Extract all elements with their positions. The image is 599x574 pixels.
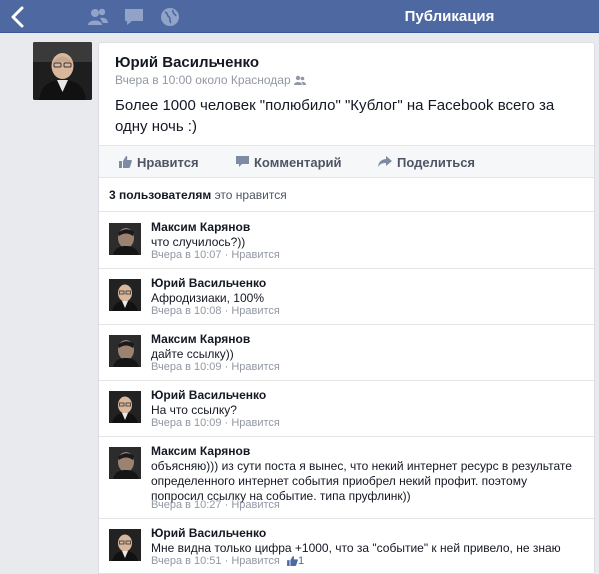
share-button[interactable]: Поделиться [378, 146, 488, 179]
comment-text: что случилось?)) [151, 235, 246, 249]
page-title: Публикация [404, 8, 495, 25]
commenter-avatar[interactable] [109, 279, 141, 311]
like-button[interactable]: Нравится [119, 146, 209, 179]
post-timestamp[interactable]: Вчера в 10:00 около Краснодар [115, 73, 291, 87]
meta-separator: · [221, 555, 232, 567]
commenter-avatar[interactable] [109, 529, 141, 561]
comment-timestamp[interactable]: Вчера в 10:08 [151, 305, 222, 317]
comment-likes-count[interactable]: 1 [298, 555, 304, 567]
comment-meta: Вчера в 10:09 · Нравится [151, 361, 280, 373]
like-label: Нравится [137, 155, 199, 170]
comment-like-link[interactable]: Нравится [231, 417, 280, 429]
commenter-avatar[interactable] [109, 223, 141, 255]
comment-meta: Вчера в 10:51 · Нравится 1 [151, 555, 304, 567]
comment-text: объясняю))) из сути поста я вынес, что н… [151, 459, 572, 503]
meta-separator: · [221, 417, 232, 429]
comment-like-link[interactable]: Нравится [231, 499, 280, 511]
meta-separator: · [221, 499, 232, 511]
comment-item: Юрий Васильченко Мне видна только цифра … [99, 519, 594, 574]
thumbs-up-icon [119, 156, 132, 168]
comment-item: Юрий Васильченко На что ссылку? Вчера в … [99, 381, 594, 437]
post-meta: Вчера в 10:00 около Краснодар [115, 73, 306, 87]
comment-text: дайте ссылку)) [151, 347, 234, 361]
post-text: Более 1000 человек "полюбило" "Кублог" н… [115, 97, 555, 135]
share-icon [378, 156, 392, 167]
post-card: Юрий Васильченко Вчера в 10:00 около Кра… [98, 42, 595, 574]
likes-suffix: это нравится [211, 188, 287, 202]
comment-timestamp[interactable]: Вчера в 10:09 [151, 361, 222, 373]
commenter-avatar[interactable] [109, 335, 141, 367]
comment-icon [236, 156, 249, 167]
top-navigation-bar: Публикация [0, 0, 599, 33]
comment-meta: Вчера в 10:09 · Нравится [151, 417, 280, 429]
comment-timestamp[interactable]: Вчера в 10:07 [151, 249, 222, 261]
comment-button[interactable]: Комментарий [236, 146, 356, 179]
author-avatar[interactable] [33, 42, 92, 100]
comment-timestamp[interactable]: Вчера в 10:27 [151, 499, 222, 511]
chevron-left-icon[interactable] [9, 6, 27, 28]
comment-timestamp[interactable]: Вчера в 10:09 [151, 417, 222, 429]
comment-text: Афродизиаки, 100% [151, 291, 264, 305]
comment-meta: Вчера в 10:08 · Нравится [151, 305, 280, 317]
meta-separator: · [221, 361, 232, 373]
commenter-name[interactable]: Максим Карянов [151, 220, 250, 234]
friends-icon[interactable] [87, 6, 109, 28]
likes-count: 3 пользователям [109, 188, 212, 202]
meta-separator: · [221, 249, 232, 261]
commenter-avatar[interactable] [109, 391, 141, 423]
comment-like-link[interactable]: Нравится [231, 249, 280, 261]
comment-text: На что ссылку? [151, 403, 237, 417]
comment-meta: Вчера в 10:27 · Нравится [151, 499, 280, 511]
messages-icon[interactable] [123, 6, 145, 28]
share-label: Поделиться [397, 155, 476, 170]
commenter-name[interactable]: Юрий Васильченко [151, 526, 266, 540]
comment-timestamp[interactable]: Вчера в 10:51 [151, 555, 222, 567]
commenter-avatar[interactable] [109, 447, 141, 479]
comment-meta: Вчера в 10:07 · Нравится [151, 249, 280, 261]
globe-icon[interactable] [159, 6, 181, 28]
commenter-name[interactable]: Юрий Васильченко [151, 388, 266, 402]
commenter-name[interactable]: Максим Карянов [151, 332, 250, 346]
post-actions-bar: Нравится Комментарий Поделиться [99, 145, 594, 178]
friends-audience-icon [293, 75, 306, 85]
thumbs-up-icon [287, 556, 298, 566]
comment-item: Максим Карянов дайте ссылку)) Вчера в 10… [99, 325, 594, 381]
comment-like-link[interactable]: Нравится [231, 555, 280, 567]
comment-label: Комментарий [254, 155, 342, 170]
comment-item: Максим Карянов что случилось?)) Вчера в … [99, 213, 594, 269]
comment-like-link[interactable]: Нравится [231, 361, 280, 373]
likes-summary[interactable]: 3 пользователям это нравится [99, 179, 594, 212]
post-author-name[interactable]: Юрий Васильченко [115, 54, 259, 71]
comment-item: Юрий Васильченко Афродизиаки, 100% Вчера… [99, 269, 594, 325]
comment-item: Максим Карянов объясняю))) из сути поста… [99, 437, 594, 519]
meta-separator: · [221, 305, 232, 317]
comment-text: Мне видна только цифра +1000, что за "со… [151, 541, 561, 555]
comment-like-link[interactable]: Нравится [231, 305, 280, 317]
commenter-name[interactable]: Юрий Васильченко [151, 276, 266, 290]
commenter-name[interactable]: Максим Карянов [151, 444, 250, 458]
